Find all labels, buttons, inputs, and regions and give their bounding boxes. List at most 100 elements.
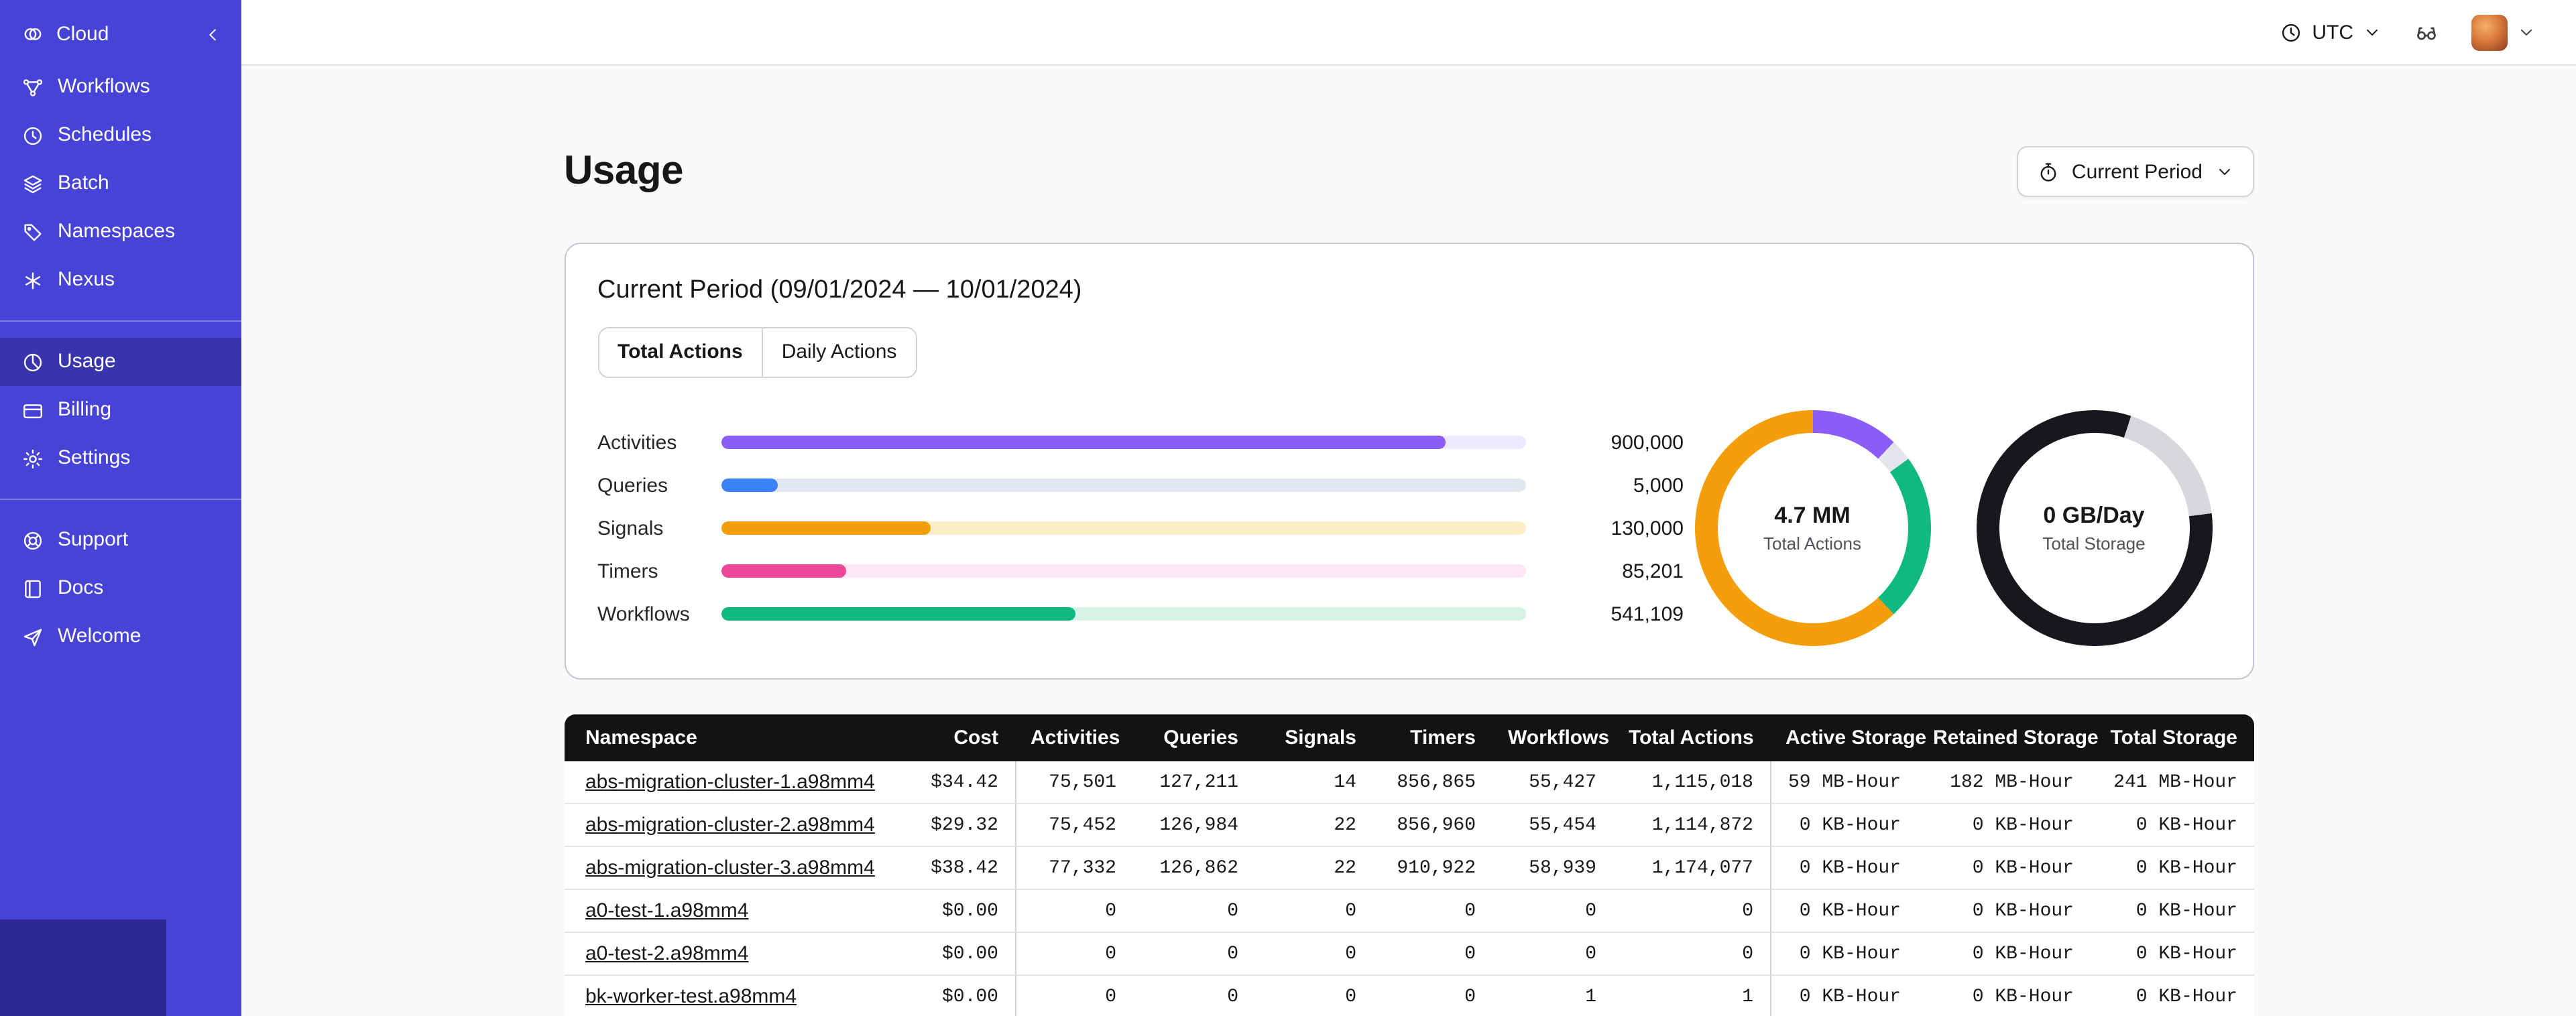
cell-timers: 856,960 — [1372, 804, 1492, 847]
bar-track — [721, 607, 1525, 621]
welcome-icon — [21, 625, 44, 648]
sidebar-item-label: Workflows — [58, 75, 150, 98]
bar-fill — [721, 564, 845, 578]
bar-value: 130,000 — [1611, 517, 1684, 539]
cell-workflows: 55,454 — [1492, 804, 1613, 847]
cell-total-actions: 1,115,018 — [1613, 761, 1769, 804]
bar-value: 5,000 — [1633, 474, 1684, 497]
sidebar-item-label: Nexus — [58, 268, 115, 291]
bar-value: 900,000 — [1611, 431, 1684, 454]
bar-fill — [721, 607, 1075, 621]
column-header-workflows: Workflows — [1492, 714, 1613, 761]
sidebar-item-usage[interactable]: Usage — [0, 338, 241, 386]
bar-fill — [721, 521, 930, 535]
cell-timers: 0 — [1372, 890, 1492, 933]
cell-queries: 127,211 — [1132, 761, 1254, 804]
cell-retained-storage: 182 MB-Hour — [1917, 761, 2090, 804]
sidebar-item-billing[interactable]: Billing — [0, 386, 241, 434]
cell-namespace: a0-test-2.a98mm4 — [564, 933, 894, 976]
cell-activities: 75,501 — [1014, 761, 1132, 804]
bar-row-activities: Activities 900,000 — [597, 421, 1684, 464]
sidebar-item-schedules[interactable]: Schedules — [0, 111, 241, 160]
namespace-link[interactable]: abs-migration-cluster-2.a98mm4 — [585, 813, 875, 836]
cell-retained-storage: 0 KB-Hour — [1917, 847, 2090, 890]
namespace-usage-table: Namespace Cost Activities Queries Signals Tim… — [564, 714, 2253, 1016]
cell-cost: $0.00 — [894, 890, 1014, 933]
timezone-selector[interactable]: UTC — [2280, 21, 2382, 44]
cell-active-storage: 0 KB-Hour — [1769, 933, 1917, 976]
bar-fill — [721, 436, 1445, 449]
sidebar-item-namespaces[interactable]: Namespaces — [0, 208, 241, 256]
title-row: Usage Current Period — [564, 146, 2253, 197]
cell-active-storage: 0 KB-Hour — [1769, 890, 1917, 933]
bar-row-signals: Signals 130,000 — [597, 507, 1684, 550]
tab-daily-actions[interactable]: Daily Actions — [762, 328, 916, 377]
bar-label: Activities — [597, 431, 677, 454]
sidebar-item-workflows[interactable]: Workflows — [0, 63, 241, 111]
sidebar-item-docs[interactable]: Docs — [0, 564, 241, 613]
cell-timers: 0 — [1372, 933, 1492, 976]
content-inner: Usage Current Period Current Period (09/… — [564, 66, 2253, 1016]
cell-retained-storage: 0 KB-Hour — [1917, 976, 2090, 1016]
sidebar-item-label: Support — [58, 528, 129, 551]
cell-timers: 856,865 — [1372, 761, 1492, 804]
namespaces-icon — [21, 220, 44, 243]
card-title: Current Period (09/01/2024 — 10/01/2024) — [597, 276, 1082, 304]
cell-retained-storage: 0 KB-Hour — [1917, 890, 2090, 933]
sidebar-nav-main: Workflows Schedules Batch Namespaces Nexus — [0, 63, 241, 304]
cell-signals: 0 — [1254, 933, 1372, 976]
nexus-icon — [21, 269, 44, 292]
sidebar-item-nexus[interactable]: Nexus — [0, 256, 241, 304]
donut-label: Total Storage — [2042, 533, 2146, 554]
cell-namespace: a0-test-1.a98mm4 — [564, 890, 894, 933]
namespace-link[interactable]: a0-test-1.a98mm4 — [585, 899, 748, 922]
user-menu[interactable] — [2471, 14, 2536, 50]
cell-signals: 0 — [1254, 976, 1372, 1016]
donut-value: 4.7 MM — [1774, 503, 1851, 528]
table-row: a0-test-2.a98mm4 $0.00 0 0 0 0 0 0 0 KB-Hour 0 KB… — [564, 933, 2253, 976]
topbar: UTC — [241, 0, 2576, 66]
namespace-link[interactable]: bk-worker-test.a98mm4 — [585, 985, 797, 1007]
table-row: a0-test-1.a98mm4 $0.00 0 0 0 0 0 0 0 KB-Hour 0 KB… — [564, 890, 2253, 933]
column-header-retained-storage: Retained Storage — [1917, 714, 2099, 761]
namespace-link[interactable]: abs-migration-cluster-3.a98mm4 — [585, 856, 875, 879]
sidebar-item-support[interactable]: Support — [0, 516, 241, 564]
namespace-link[interactable]: abs-migration-cluster-1.a98mm4 — [585, 770, 875, 793]
sidebar-item-label: Usage — [58, 350, 116, 373]
column-header-cost: Cost — [894, 714, 1014, 761]
collapse-sidebar-icon[interactable] — [204, 25, 223, 44]
sidebar-item-label: Schedules — [58, 123, 152, 146]
bar-label: Workflows — [597, 602, 690, 625]
cell-workflows: 0 — [1492, 890, 1613, 933]
period-tabs: Total Actions Daily Actions — [597, 327, 917, 378]
bar-label: Signals — [597, 517, 664, 539]
batch-icon — [21, 172, 44, 195]
sidebar: Cloud Workflows Schedules Batch Namespaces N… — [0, 0, 241, 1016]
bar-fill — [721, 479, 777, 492]
sidebar-item-welcome[interactable]: Welcome — [0, 613, 241, 661]
tab-total-actions[interactable]: Total Actions — [599, 328, 763, 377]
sidebar-nav-account: Usage Billing Settings — [0, 338, 241, 483]
bar-track — [721, 521, 1525, 535]
cell-queries: 0 — [1132, 976, 1254, 1016]
column-header-activities: Activities — [1014, 714, 1132, 761]
cell-workflows: 58,939 — [1492, 847, 1613, 890]
table-row: abs-migration-cluster-3.a98mm4 $38.42 77,3… — [564, 847, 2253, 890]
cell-cost: $0.00 — [894, 976, 1014, 1016]
period-select-button[interactable]: Current Period — [2016, 146, 2253, 197]
bar-value: 541,109 — [1611, 602, 1684, 625]
cell-cost: $34.42 — [894, 761, 1014, 804]
cell-cost: $29.32 — [894, 804, 1014, 847]
sidebar-item-label: Settings — [58, 446, 131, 469]
cell-total-storage: 0 KB-Hour — [2090, 890, 2253, 933]
glasses-icon[interactable] — [2414, 19, 2439, 45]
cell-active-storage: 0 KB-Hour — [1769, 976, 1917, 1016]
sidebar-item-settings[interactable]: Settings — [0, 434, 241, 483]
stopwatch-icon — [2037, 160, 2060, 183]
sidebar-item-batch[interactable]: Batch — [0, 160, 241, 208]
bar-label: Timers — [597, 560, 658, 582]
namespace-link[interactable]: a0-test-2.a98mm4 — [585, 942, 748, 964]
bar-track — [721, 564, 1525, 578]
donut-center: 4.7 MM Total Actions — [1717, 433, 1908, 623]
cell-signals: 0 — [1254, 890, 1372, 933]
